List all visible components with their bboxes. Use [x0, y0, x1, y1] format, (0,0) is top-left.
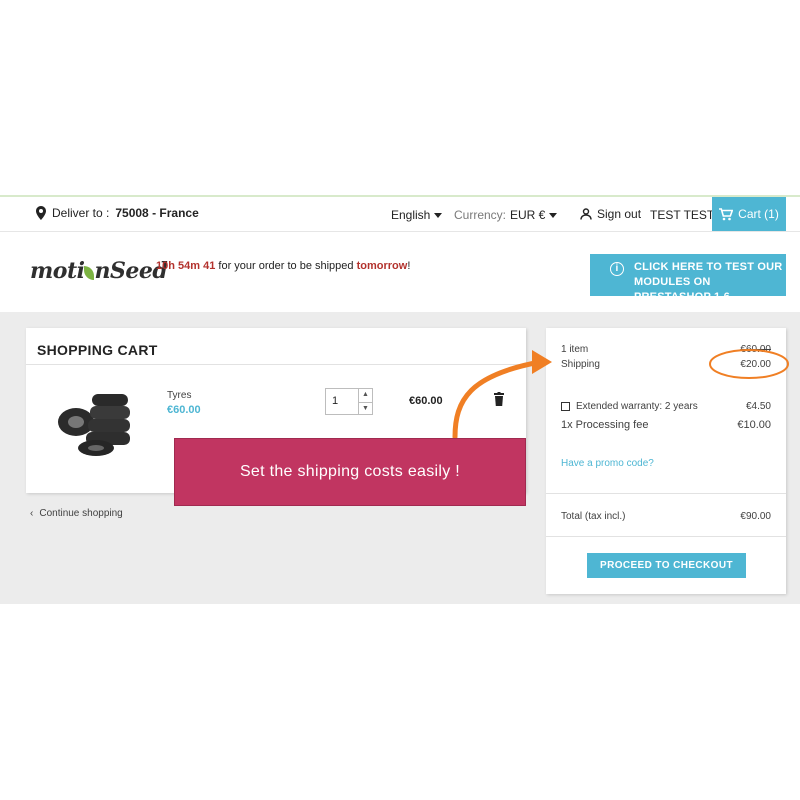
trash-icon[interactable]: [494, 392, 504, 406]
summary-shipping-row: Shipping €20.00: [561, 359, 771, 370]
sign-out-label: Sign out: [597, 207, 642, 221]
summary-total-row: Total (tax incl.) €90.00: [561, 511, 771, 522]
timer-suffix: !: [407, 260, 411, 272]
product-price: €60.00: [167, 404, 201, 416]
top-bar: Deliver to : 75008 - France English Curr…: [0, 197, 800, 232]
summary-items-row: 1 item €60.00: [561, 344, 771, 355]
language-selector[interactable]: English: [391, 208, 443, 222]
caret-down-icon: [434, 212, 443, 218]
leaf-icon: [84, 266, 95, 280]
site-header: moti nSeed 10h 54m 41 for your order to b…: [0, 232, 800, 312]
account-name[interactable]: TEST TEST: [650, 208, 714, 222]
chevron-left-icon: ‹: [30, 508, 34, 519]
warranty-label: Extended warranty: 2 years: [576, 401, 698, 412]
fee-value: €10.00: [737, 419, 771, 431]
divider: [546, 493, 786, 494]
timer-when: tomorrow: [356, 260, 408, 272]
deliver-prefix: Deliver to :: [52, 206, 110, 220]
warranty-checkbox[interactable]: [561, 401, 570, 411]
chevron-up-icon[interactable]: ▲: [359, 389, 372, 402]
cart-button[interactable]: Cart (1): [712, 197, 786, 231]
divider: [546, 536, 786, 537]
annotation-banner: Set the shipping costs easily !: [174, 438, 526, 506]
promo-code-link[interactable]: Have a promo code?: [561, 458, 654, 469]
total-value: €90.00: [740, 511, 771, 522]
currency-label: Currency:: [454, 208, 507, 222]
deliver-location: 75008 - France: [115, 206, 199, 220]
product-name[interactable]: Tyres: [167, 390, 191, 401]
cart-label: Cart (1): [738, 207, 779, 221]
continue-shopping-link[interactable]: ‹ Continue shopping: [30, 508, 123, 519]
shipping-label: Shipping: [561, 359, 600, 370]
test-modules-button[interactable]: i CLICK HERE TO TEST OUR MODULES ON PRES…: [590, 254, 786, 303]
info-icon: i: [610, 262, 624, 276]
line-total: €60.00: [409, 395, 443, 407]
motionseed-logo[interactable]: moti nSeed: [30, 258, 168, 284]
items-count: 1 item: [561, 344, 589, 355]
currency-selector[interactable]: Currency: EUR €: [454, 208, 558, 222]
timer-value: 10h 54m 41: [156, 260, 216, 272]
cart-title: SHOPPING CART: [37, 342, 158, 358]
shopping-cart-icon: [719, 207, 734, 220]
test-button-line2: MODULES ON PRESTASHOP 1.6: [634, 276, 730, 303]
summary-warranty-row[interactable]: Extended warranty: 2 years €4.50: [561, 401, 771, 412]
items-value: €60.00: [740, 344, 771, 355]
quantity-value[interactable]: 1: [332, 395, 338, 407]
language-value: English: [391, 208, 431, 222]
page: Deliver to : 75008 - France English Curr…: [0, 0, 800, 800]
currency-value: EUR €: [510, 208, 546, 222]
sign-out-link[interactable]: Sign out: [580, 207, 641, 221]
fee-label: 1x Processing fee: [561, 419, 649, 431]
divider: [26, 364, 526, 365]
quantity-stepper[interactable]: 1 ▲ ▼: [325, 388, 373, 415]
test-button-line1: CLICK HERE TO TEST OUR: [634, 261, 783, 273]
quantity-spinner: ▲ ▼: [358, 389, 372, 414]
timer-text: for your order to be shipped: [218, 260, 354, 272]
location-pin-icon: [36, 206, 46, 220]
proceed-to-checkout-button[interactable]: PROCEED TO CHECKOUT: [587, 553, 746, 578]
user-icon: [580, 208, 592, 220]
deliver-to[interactable]: Deliver to : 75008 - France: [36, 206, 199, 220]
warranty-value: €4.50: [745, 401, 771, 412]
total-label: Total (tax incl.): [561, 511, 626, 522]
shipping-value: €20.00: [740, 359, 771, 370]
shipping-timer: 10h 54m 41 for your order to be shipped …: [156, 260, 410, 272]
caret-down-icon: [549, 212, 558, 218]
summary-fee-row: 1x Processing fee €10.00: [561, 419, 771, 431]
tyres-product-image[interactable]: [50, 388, 134, 458]
chevron-down-icon[interactable]: ▼: [359, 401, 372, 415]
cart-summary: 1 item €60.00 Shipping €20.00 Extended w…: [546, 328, 786, 594]
continue-shopping-label: Continue shopping: [39, 508, 123, 519]
